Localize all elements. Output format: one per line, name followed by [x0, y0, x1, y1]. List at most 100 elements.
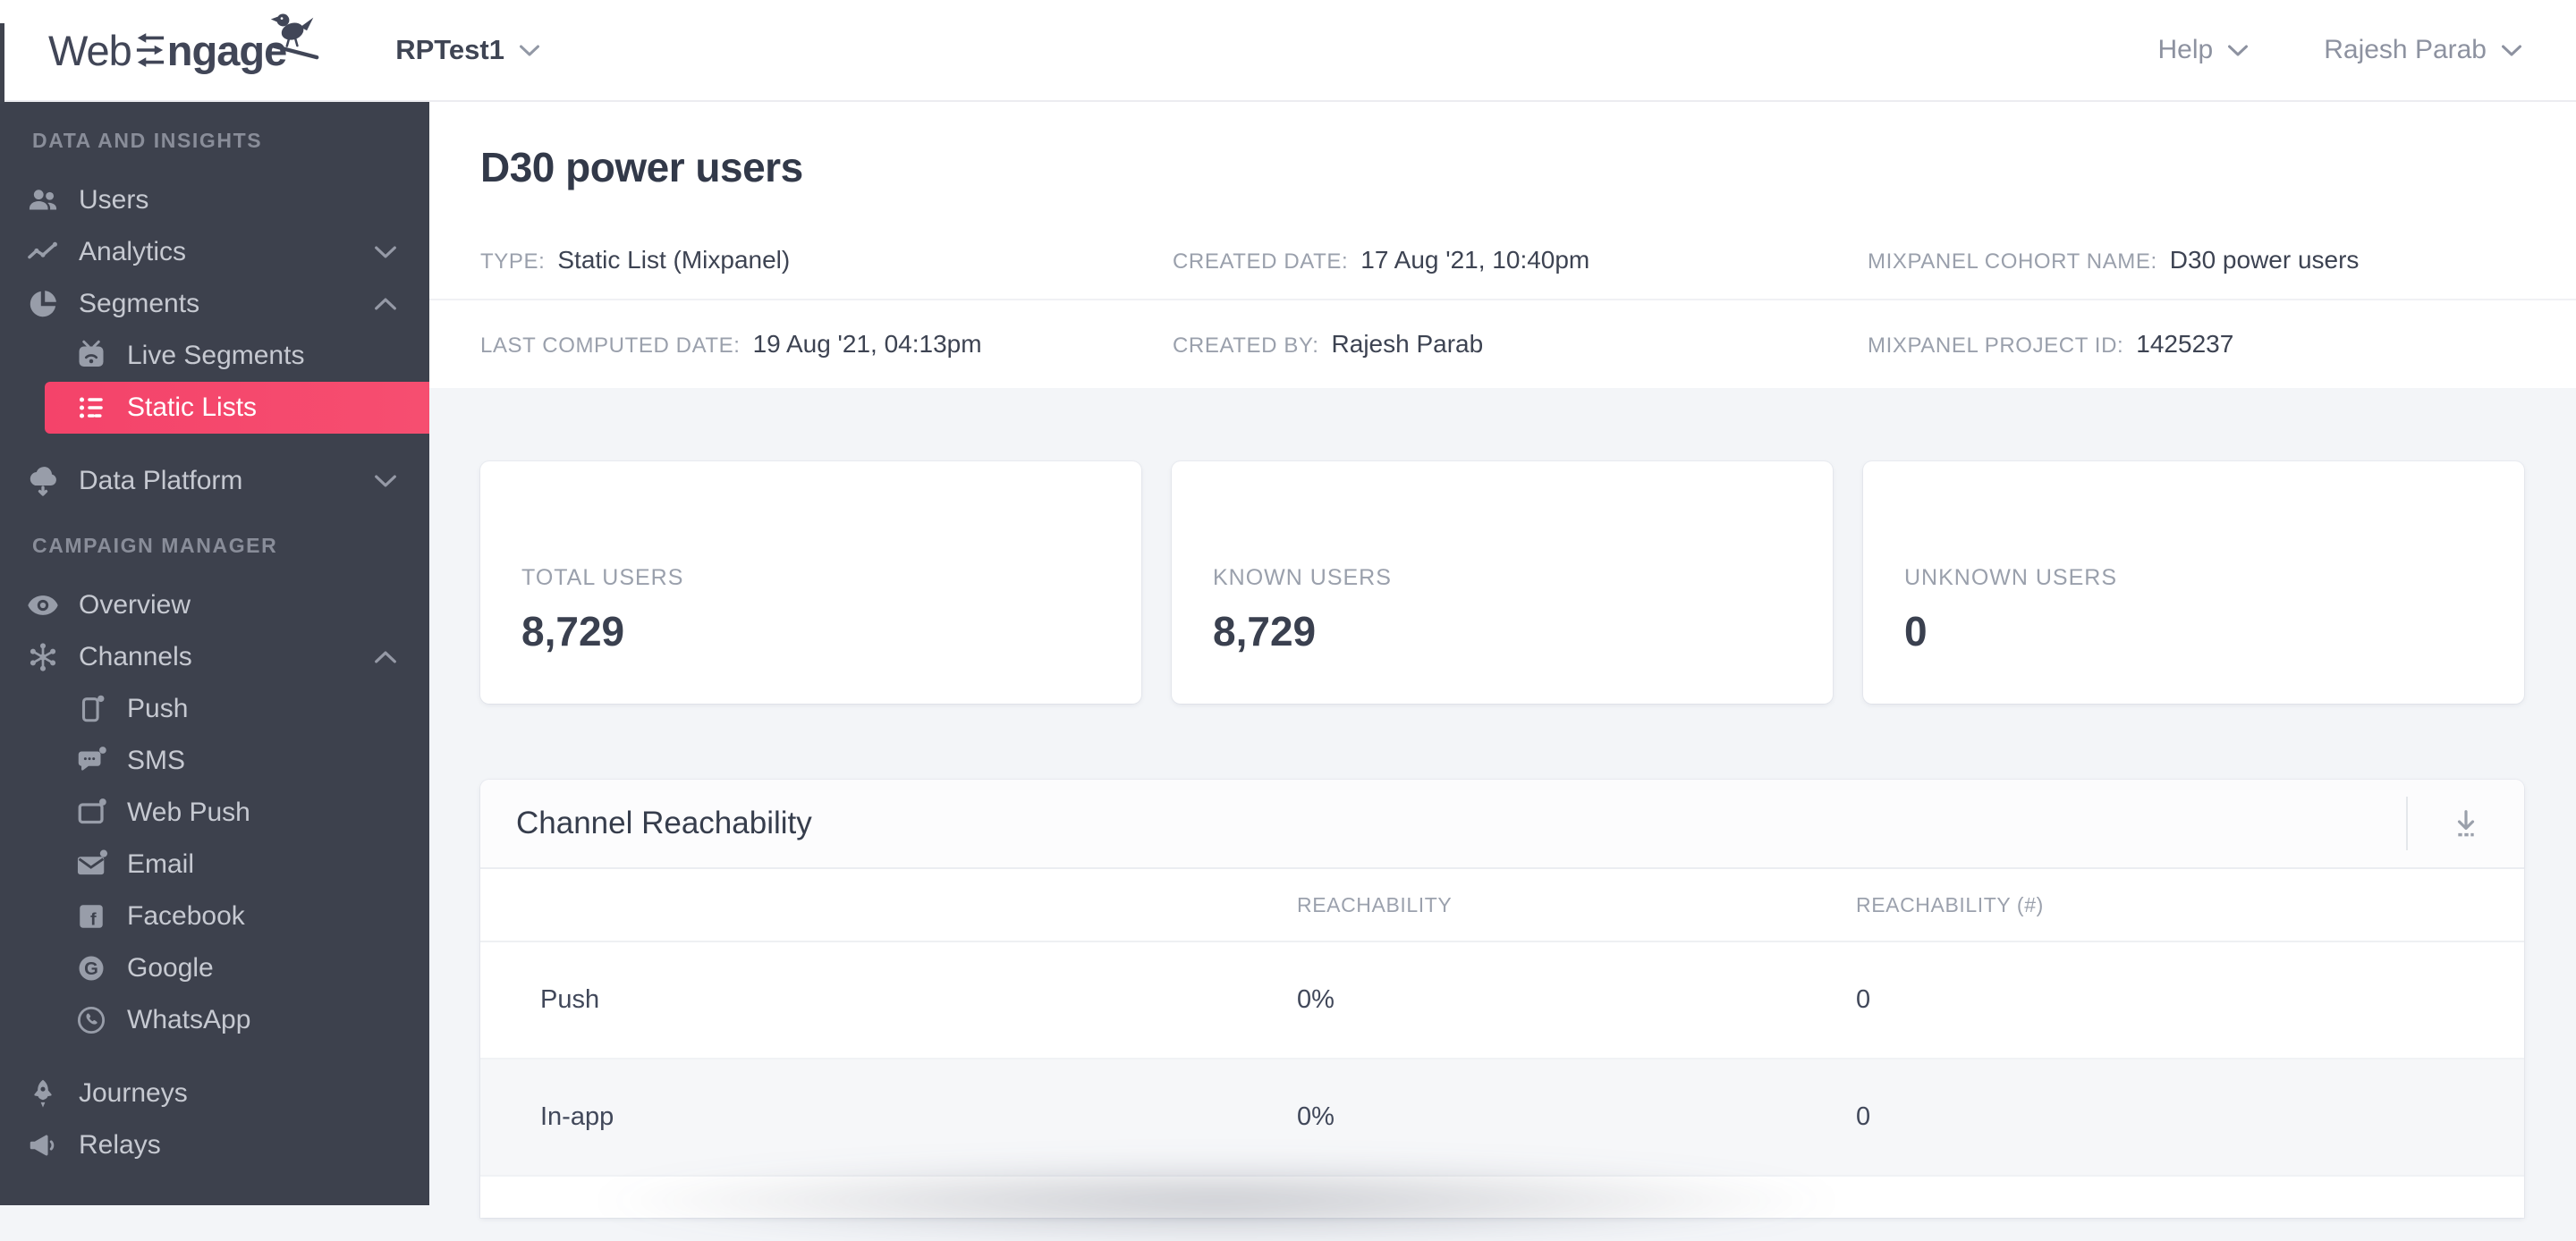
table-row-partial [480, 1177, 2524, 1218]
sidebar-item-label: Facebook [127, 901, 245, 931]
meta-created-by: CREATED BY: Rajesh Parab [1173, 330, 1868, 359]
chevron-down-icon [2501, 44, 2522, 57]
sidebar-section-data-insights: DATA AND INSIGHTS [32, 129, 263, 152]
cell-reachability: 0% [1297, 1102, 1335, 1131]
sidebar-item-web-push[interactable]: Web Push [0, 787, 429, 839]
panel-header: Channel Reachability [480, 780, 2524, 869]
cell-reachability-count: 0 [1856, 985, 1871, 1014]
sidebar-item-label: Static Lists [127, 393, 258, 422]
sidebar-item-label: Push [127, 694, 189, 723]
page-title: D30 power users [480, 144, 803, 190]
chevron-down-icon [519, 44, 540, 57]
chevron-up-icon[interactable] [374, 297, 397, 311]
chevron-up-icon[interactable] [374, 650, 397, 664]
sidebar-item-sms[interactable]: SMS [0, 735, 429, 787]
sidebar-item-journeys[interactable]: Journeys [0, 1068, 429, 1119]
column-header-reachability: REACHABILITY [1297, 892, 1453, 916]
sidebar-item-label: Channels [79, 642, 192, 671]
panel-title: Channel Reachability [516, 806, 812, 840]
segments-submenu: Live Segments Static Lists [0, 330, 429, 434]
column-header-reachability-count: REACHABILITY (#) [1856, 892, 2044, 916]
webengage-logo[interactable]: Web ngage [48, 13, 319, 75]
google-icon: G [72, 949, 111, 988]
meta-row-1: TYPE: Static List (Mixpanel) CREATED DAT… [429, 222, 2576, 299]
project-selector[interactable]: RPTest1 [395, 34, 540, 66]
meta-label: MIXPANEL COHORT NAME: [1868, 249, 2157, 274]
overview-icon [23, 586, 63, 625]
meta-label: CREATED BY: [1173, 333, 1319, 358]
stats-row: TOTAL USERS 8,729 KNOWN USERS 8,729 UNKN… [480, 461, 2524, 704]
analytics-icon [23, 232, 63, 272]
chevron-down-icon[interactable] [374, 474, 397, 488]
cell-channel: In-app [540, 1102, 614, 1131]
table-row-in-app[interactable]: In-app 0% 0 [480, 1059, 2524, 1177]
sidebar-item-analytics[interactable]: Analytics [0, 226, 429, 278]
sidebar-item-relays[interactable]: Relays [0, 1119, 429, 1171]
users-icon [23, 181, 63, 220]
download-button[interactable] [2408, 780, 2524, 867]
meta-value: 17 Aug '21, 10:40pm [1360, 246, 1590, 274]
sidebar-item-label: WhatsApp [127, 1005, 251, 1034]
reachability-table-header: REACHABILITY REACHABILITY (#) [480, 869, 2524, 942]
meta-label: LAST COMPUTED DATE: [480, 333, 741, 358]
sidebar-item-label: Email [127, 849, 195, 879]
left-edge-scrollbar [0, 23, 4, 104]
sidebar-item-facebook[interactable]: f Facebook [0, 891, 429, 942]
meta-label: MIXPANEL PROJECT ID: [1868, 333, 2124, 358]
sidebar-item-static-lists[interactable]: Static Lists [45, 382, 429, 434]
cell-reachability-count: 0 [1856, 1102, 1871, 1131]
sidebar-item-label: Segments [79, 289, 200, 318]
journeys-rocket-icon [23, 1074, 63, 1113]
email-icon [72, 845, 111, 884]
sidebar-item-label: Overview [79, 590, 191, 620]
meta-value: D30 power users [2169, 246, 2360, 274]
meta-mixpanel-project-id: MIXPANEL PROJECT ID: 1425237 [1868, 330, 2576, 359]
sidebar-item-live-segments[interactable]: Live Segments [0, 330, 429, 382]
meta-label: TYPE: [480, 249, 546, 274]
svg-text:f: f [90, 909, 97, 929]
meta-last-computed: LAST COMPUTED DATE: 19 Aug '21, 04:13pm [480, 330, 1173, 359]
sidebar-item-overview[interactable]: Overview [0, 579, 429, 631]
main-content: D30 power users TYPE: Static List (Mixpa… [429, 102, 2576, 1241]
logo-arrows-icon [135, 31, 165, 69]
stat-value: 8,729 [1213, 608, 1317, 654]
sidebar-item-channels[interactable]: Channels [0, 631, 429, 683]
stat-card-total-users: TOTAL USERS 8,729 [480, 461, 1141, 704]
meta-type: TYPE: Static List (Mixpanel) [480, 246, 1173, 274]
stat-card-unknown-users: UNKNOWN USERS 0 [1863, 461, 2524, 704]
meta-value: Static List (Mixpanel) [557, 246, 791, 274]
chevron-down-icon[interactable] [374, 245, 397, 259]
data-platform-icon [23, 461, 63, 501]
sidebar-item-label: Live Segments [127, 341, 305, 370]
web-push-icon [72, 793, 111, 832]
meta-mixpanel-cohort: MIXPANEL COHORT NAME: D30 power users [1868, 246, 2576, 274]
svg-text:G: G [84, 959, 98, 979]
user-menu[interactable]: Rajesh Parab [2324, 35, 2522, 65]
help-menu[interactable]: Help [2158, 35, 2250, 65]
sidebar-item-segments[interactable]: Segments [0, 278, 429, 330]
meta-value: 1425237 [2136, 330, 2234, 358]
stat-value: 0 [1904, 608, 1928, 654]
sidebar-item-label: Google [127, 953, 214, 983]
sidebar-item-label: Analytics [79, 237, 187, 266]
topbar: Web ngage RPTest1 Help Rajesh Parab [0, 0, 2576, 102]
project-name: RPTest1 [395, 34, 504, 65]
logo-bird-icon [267, 6, 322, 62]
channels-submenu: Push SMS Web Push Email f Facebook G Goo… [0, 683, 429, 1046]
table-row-push[interactable]: Push 0% 0 [480, 942, 2524, 1059]
sidebar-item-google[interactable]: G Google [0, 942, 429, 994]
sidebar-item-push[interactable]: Push [0, 683, 429, 735]
sidebar-section-campaign-manager: CAMPAIGN MANAGER [32, 534, 278, 557]
sidebar-item-whatsapp[interactable]: WhatsApp [0, 994, 429, 1046]
sidebar-item-users[interactable]: Users [0, 174, 429, 226]
panel-actions [2406, 780, 2524, 867]
sidebar-item-label: Data Platform [79, 466, 243, 495]
sidebar-item-data-platform[interactable]: Data Platform [0, 455, 429, 507]
meta-label: CREATED DATE: [1173, 249, 1349, 274]
stat-label: TOTAL USERS [521, 565, 684, 590]
sidebar-item-label: Relays [79, 1130, 161, 1160]
push-icon [72, 689, 111, 729]
stat-label: UNKNOWN USERS [1904, 565, 2118, 590]
sidebar-item-email[interactable]: Email [0, 839, 429, 891]
relays-megaphone-icon [23, 1126, 63, 1165]
